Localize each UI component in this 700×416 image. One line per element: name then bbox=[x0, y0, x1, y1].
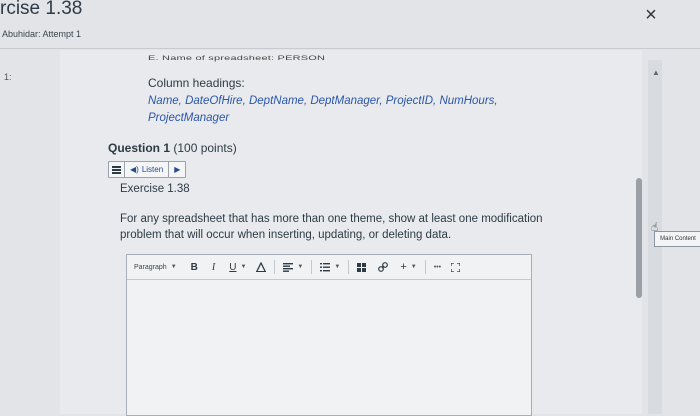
insert-button[interactable]: + ▼ bbox=[400, 261, 416, 273]
toolbar-separator bbox=[311, 260, 313, 274]
chevron-down-icon: ▼ bbox=[410, 264, 417, 270]
link-button[interactable] bbox=[378, 262, 389, 272]
text-color-icon bbox=[256, 262, 267, 272]
chevron-down-icon: ▼ bbox=[170, 264, 177, 270]
table-icon bbox=[357, 262, 367, 272]
header-divider bbox=[0, 48, 700, 49]
plus-label: + bbox=[400, 261, 407, 273]
exercise-label: Exercise 1.38 bbox=[120, 183, 190, 195]
underline-button[interactable]: U ▼ bbox=[229, 262, 246, 273]
link-icon bbox=[378, 262, 389, 272]
column-headings-label: Column headings: bbox=[148, 76, 245, 90]
close-button[interactable]: × bbox=[640, 4, 662, 26]
toolbar-separator bbox=[348, 260, 350, 274]
toolbar-separator bbox=[274, 260, 276, 274]
attempt-subtitle: Abuhidar: Attempt 1 bbox=[2, 29, 82, 39]
chevron-down-icon: ▼ bbox=[334, 264, 341, 270]
main-content-tab[interactable]: Main Content bbox=[654, 231, 700, 247]
text-color-button[interactable] bbox=[256, 262, 267, 272]
fullscreen-button[interactable] bbox=[451, 262, 461, 272]
listen-toolbar: ◀) Listen ▶ bbox=[108, 161, 187, 178]
column-headings-list: Name, DateOfHire, DeptName, DeptManager,… bbox=[148, 95, 498, 124]
question-title: Question 1 (100 points) bbox=[108, 141, 237, 155]
paragraph-label: Paragraph bbox=[134, 263, 167, 271]
question-prompt: For any spreadsheet that has more than o… bbox=[120, 213, 543, 241]
more-button[interactable]: ••• bbox=[434, 264, 441, 271]
listen-label: Listen bbox=[141, 165, 164, 174]
scroll-up-icon[interactable]: ▲ bbox=[652, 68, 660, 77]
speaker-icon: ◀) bbox=[130, 165, 139, 174]
question-title-label: Question 1 bbox=[108, 141, 171, 155]
scrollbar-thumb[interactable] bbox=[636, 178, 642, 298]
align-left-icon bbox=[283, 262, 294, 272]
editor-toolbar: Paragraph ▼ B I U ▼ ▼ ▼ + ▼ ••• bbox=[127, 255, 531, 280]
listen-button[interactable]: ◀) Listen bbox=[125, 162, 170, 177]
paragraph-dropdown[interactable]: Paragraph ▼ bbox=[134, 264, 177, 271]
question-points: (100 points) bbox=[173, 141, 237, 155]
chevron-down-icon: ▼ bbox=[297, 264, 304, 270]
page-title: rcise 1.38 bbox=[0, 0, 83, 19]
play-icon[interactable]: ▶ bbox=[169, 162, 185, 177]
cut-off-line: E. Name of spreadsheet: PERSON bbox=[148, 55, 326, 62]
chevron-down-icon: ▼ bbox=[240, 264, 247, 270]
table-button[interactable] bbox=[357, 262, 367, 272]
menu-icon[interactable] bbox=[109, 162, 125, 177]
list-icon bbox=[320, 262, 331, 271]
underline-label: U bbox=[229, 261, 237, 273]
list-button[interactable]: ▼ bbox=[320, 262, 341, 272]
expand-icon bbox=[451, 262, 461, 272]
toolbar-separator bbox=[424, 260, 426, 274]
question-number: 1: bbox=[4, 72, 12, 82]
italic-button[interactable]: I bbox=[212, 262, 215, 273]
bold-button[interactable]: B bbox=[191, 262, 198, 273]
align-button[interactable]: ▼ bbox=[283, 262, 304, 272]
rich-text-editor[interactable]: Paragraph ▼ B I U ▼ ▼ ▼ + ▼ ••• bbox=[126, 254, 532, 416]
